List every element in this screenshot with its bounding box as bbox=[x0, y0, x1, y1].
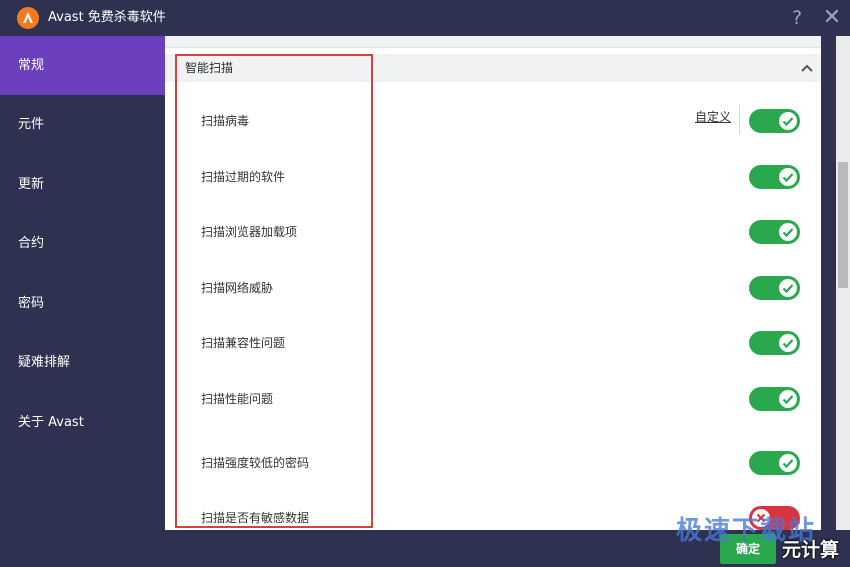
toggle-knob bbox=[779, 390, 797, 408]
check-icon bbox=[782, 339, 794, 349]
ok-button[interactable]: 确定 bbox=[720, 534, 776, 564]
previous-section-strip bbox=[165, 36, 821, 48]
title-bar: Avast 免费杀毒软件 ? ✕ bbox=[0, 0, 850, 36]
check-icon bbox=[782, 459, 794, 469]
section-title: 智能扫描 bbox=[185, 61, 234, 75]
check-icon bbox=[782, 173, 794, 183]
footer-bar: 确定 bbox=[165, 530, 850, 567]
scan-browser-addons-toggle[interactable] bbox=[749, 220, 800, 244]
check-icon bbox=[782, 117, 794, 127]
sidebar-item-troubleshooting[interactable]: 疑难排解 bbox=[0, 333, 165, 392]
toggle-knob bbox=[779, 279, 797, 297]
smart-scan-section-header[interactable]: 智能扫描 bbox=[165, 54, 821, 82]
scan-performance-toggle[interactable] bbox=[749, 387, 800, 411]
check-icon bbox=[782, 395, 794, 405]
settings-panel: 智能扫描 扫描病毒 自定义 扫描过期的软件 扫描浏览器加载项 扫描网络威胁 扫描… bbox=[165, 36, 821, 530]
sidebar-item-password[interactable]: 密码 bbox=[0, 274, 165, 333]
sidebar-item-components[interactable]: 元件 bbox=[0, 95, 165, 154]
close-icon[interactable]: ✕ bbox=[820, 6, 844, 30]
scan-viruses-label: 扫描病毒 bbox=[201, 114, 250, 128]
sidebar-item-about[interactable]: 关于 Avast bbox=[0, 393, 165, 452]
scan-network-threats-label: 扫描网络威胁 bbox=[201, 281, 274, 295]
sidebar-item-update[interactable]: 更新 bbox=[0, 155, 165, 214]
sidebar: 常规 元件 更新 合约 密码 疑难排解 关于 Avast bbox=[0, 36, 165, 567]
scan-sensitive-data-label: 扫描是否有敏感数据 bbox=[201, 511, 310, 525]
help-icon[interactable]: ? bbox=[786, 6, 808, 30]
avast-logo-icon bbox=[17, 7, 39, 29]
toggle-knob bbox=[779, 334, 797, 352]
app-title: Avast 免费杀毒软件 bbox=[48, 10, 166, 25]
toggle-knob bbox=[779, 223, 797, 241]
scan-weak-passwords-toggle[interactable] bbox=[749, 451, 800, 475]
scan-viruses-toggle[interactable] bbox=[749, 109, 800, 133]
sidebar-item-general[interactable]: 常规 bbox=[0, 36, 165, 95]
scan-browser-addons-label: 扫描浏览器加载项 bbox=[201, 225, 298, 239]
scan-compatibility-toggle[interactable] bbox=[749, 331, 800, 355]
sidebar-item-subscription[interactable]: 合约 bbox=[0, 214, 165, 273]
scan-compatibility-label: 扫描兼容性问题 bbox=[201, 336, 286, 350]
toggle-knob bbox=[779, 454, 797, 472]
scan-network-threats-toggle[interactable] bbox=[749, 276, 800, 300]
scroll-thumb[interactable] bbox=[838, 162, 848, 288]
toggle-knob bbox=[779, 112, 797, 130]
divider bbox=[739, 104, 740, 134]
customize-link[interactable]: 自定义 bbox=[695, 109, 731, 125]
check-icon bbox=[782, 228, 794, 238]
cross-icon bbox=[756, 513, 766, 523]
toggle-knob bbox=[779, 168, 797, 186]
scan-weak-passwords-label: 扫描强度较低的密码 bbox=[201, 456, 310, 470]
scan-sensitive-data-toggle[interactable] bbox=[749, 506, 800, 530]
scan-performance-label: 扫描性能问题 bbox=[201, 392, 274, 406]
scan-outdated-software-label: 扫描过期的软件 bbox=[201, 170, 286, 184]
vertical-scrollbar[interactable] bbox=[836, 36, 850, 530]
chevron-up-icon[interactable] bbox=[800, 62, 814, 74]
check-icon bbox=[782, 284, 794, 294]
scan-outdated-software-toggle[interactable] bbox=[749, 165, 800, 189]
toggle-knob bbox=[752, 509, 770, 527]
